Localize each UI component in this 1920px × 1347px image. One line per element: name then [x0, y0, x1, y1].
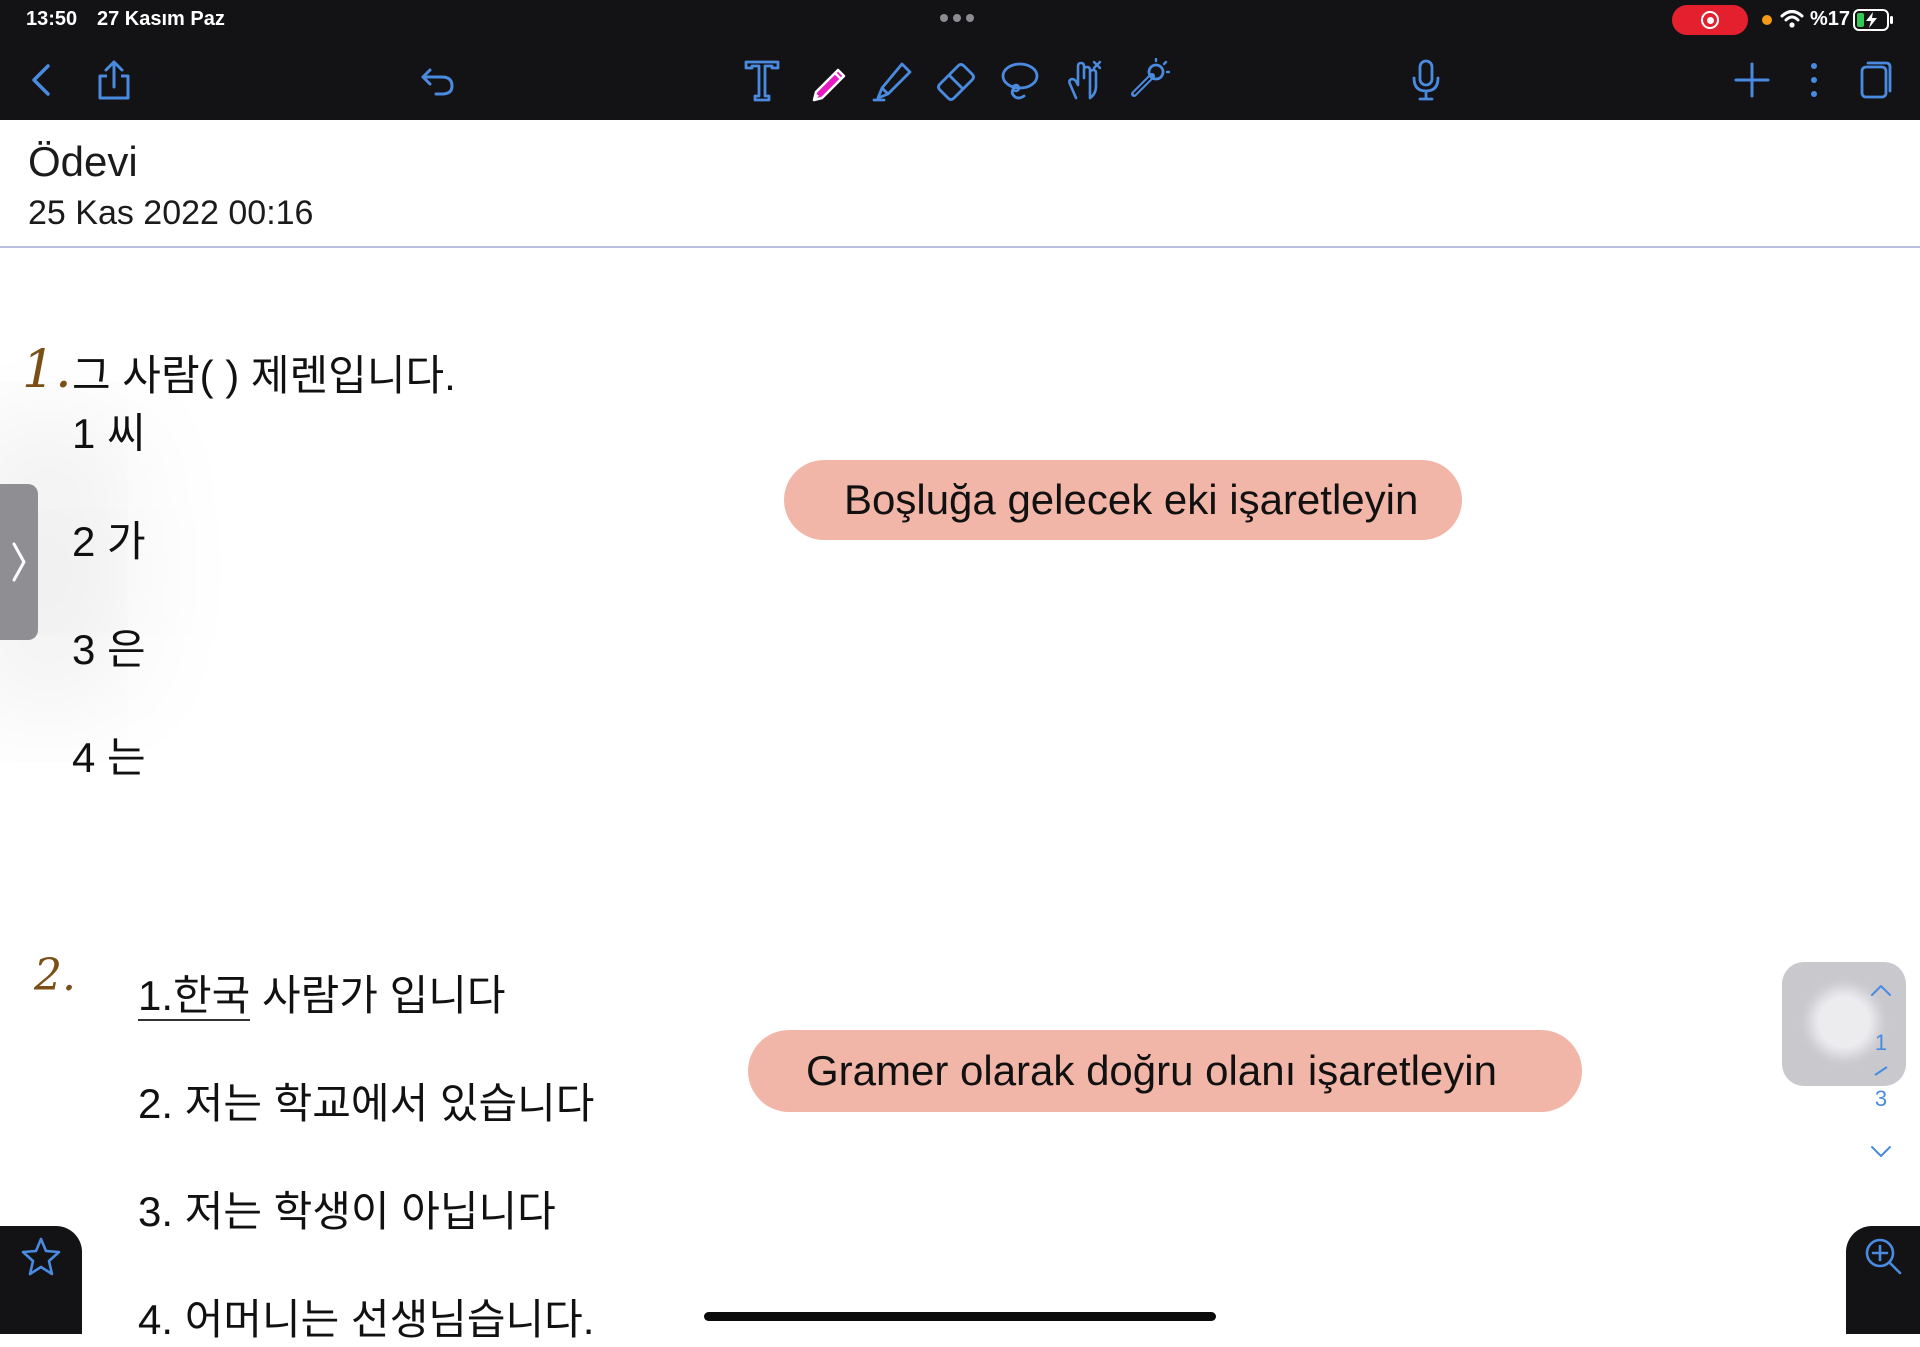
- back-icon: [32, 64, 50, 96]
- zoom-button[interactable]: [1846, 1226, 1920, 1334]
- instruction-label-1: Boşluğa gelecek eki işaretleyin: [784, 460, 1462, 540]
- eraser-icon: [937, 63, 975, 101]
- document-header: Ödevi 25 Kas 2022 00:16: [0, 120, 1920, 248]
- underlined-word: 1.한국: [138, 972, 251, 1021]
- question2-option-3: 3. 저는 학생이 아닙니다: [138, 1188, 556, 1235]
- back-button[interactable]: [20, 58, 64, 102]
- page-down-icon[interactable]: [1866, 1142, 1896, 1162]
- instruction-label-2: Gramer olarak doğru olanı işaretleyin: [748, 1030, 1582, 1112]
- multitasking-dots-icon[interactable]: [940, 14, 974, 22]
- question1-option-3: 3 은: [72, 626, 146, 673]
- microphone-icon: [1412, 59, 1440, 101]
- eraser-tool-button[interactable]: [934, 58, 978, 102]
- highlighter-icon: [872, 62, 912, 102]
- document-date: 25 Kas 2022 00:16: [28, 194, 314, 232]
- sidebar-toggle[interactable]: [0, 484, 38, 640]
- microphone-button[interactable]: [1404, 58, 1448, 102]
- undo-button[interactable]: [416, 58, 460, 102]
- battery-percent: %17: [1810, 8, 1851, 30]
- add-page-icon: [1734, 62, 1770, 98]
- text-tool-button[interactable]: [740, 58, 784, 102]
- zoom-in-icon: [1865, 1238, 1902, 1275]
- add-page-button[interactable]: [1730, 58, 1774, 102]
- handwritten-number-2: 2.: [34, 950, 76, 1001]
- share-button[interactable]: [92, 58, 136, 102]
- more-button[interactable]: [1792, 58, 1836, 102]
- more-icon: [1811, 63, 1817, 97]
- question1-option-2: 2 가: [72, 518, 146, 565]
- text-tool-icon: [744, 60, 780, 102]
- status-time: 13:50: [26, 8, 78, 30]
- chevron-right-icon: [12, 542, 26, 582]
- share-icon: [98, 60, 130, 100]
- pen-icon: [812, 68, 846, 102]
- hand-tool-icon: [1068, 60, 1102, 100]
- instruction-text-2: Gramer olarak doğru olanı işaretleyin: [806, 1047, 1497, 1094]
- star-icon: [21, 1237, 61, 1276]
- favorite-button[interactable]: [0, 1226, 82, 1334]
- current-page-number: 1: [1874, 1030, 1888, 1055]
- total-pages-number: 3: [1874, 1086, 1888, 1111]
- question2-option-4: 4. 어머니는 선생님습니다.: [138, 1296, 595, 1343]
- lasso-tool-button[interactable]: [998, 58, 1042, 102]
- instruction-text-1: Boşluğa gelecek eki işaretleyin: [844, 476, 1419, 523]
- screen-recording-icon[interactable]: [1672, 5, 1748, 35]
- question1-prompt: 그 사람( ) 제렌입니다.: [72, 352, 456, 399]
- hand-tool-button[interactable]: [1062, 58, 1106, 102]
- wifi-icon: [1780, 10, 1804, 28]
- pages-overview-button[interactable]: [1854, 58, 1898, 102]
- lasso-icon: [1001, 62, 1039, 100]
- home-indicator[interactable]: [704, 1312, 1216, 1321]
- microphone-indicator-icon: [1762, 15, 1772, 25]
- handwritten-number-1: 1.: [22, 340, 72, 400]
- undo-icon: [421, 68, 454, 96]
- question1-option-1: 1 씨: [72, 410, 146, 457]
- laser-pointer-button[interactable]: [1126, 58, 1170, 102]
- laser-pointer-icon: [1131, 58, 1170, 97]
- question2-option-1: 1.한국 사람가 입니다: [138, 972, 506, 1021]
- question1-option-4: 4 는: [72, 734, 146, 781]
- question2-option-2: 2. 저는 학교에서 있습니다: [138, 1080, 595, 1127]
- status-date: 27 Kasım Paz: [97, 8, 225, 30]
- pen-tool-button[interactable]: [806, 58, 850, 102]
- document-title[interactable]: Ödevi: [28, 138, 138, 186]
- highlighter-tool-button[interactable]: [870, 58, 914, 102]
- page-separator: [1874, 1066, 1888, 1076]
- page-up-icon[interactable]: [1866, 980, 1896, 1000]
- status-bar: 13:50 27 Kasım Paz %17: [0, 0, 1920, 38]
- toolbar: [0, 38, 1920, 120]
- battery-charging-icon: [1853, 9, 1893, 31]
- pages-icon: [1860, 61, 1892, 99]
